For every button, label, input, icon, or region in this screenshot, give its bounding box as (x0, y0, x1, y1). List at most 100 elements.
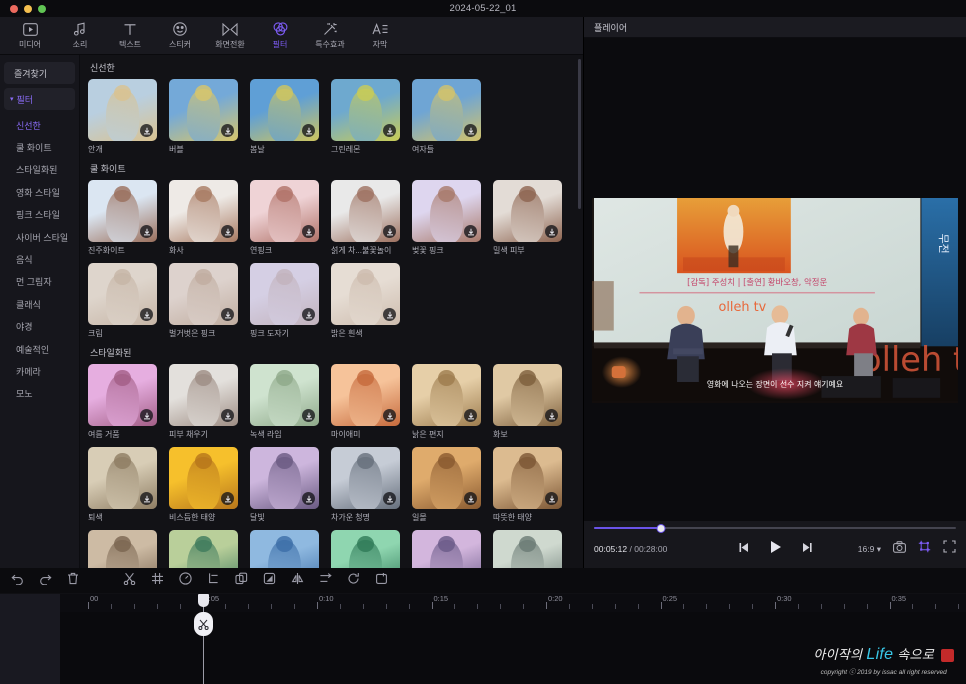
download-icon[interactable] (383, 225, 396, 238)
filter-thumbnail[interactable] (250, 263, 319, 325)
download-icon[interactable] (464, 124, 477, 137)
keyframe-button[interactable] (150, 572, 164, 588)
sidebar-item-1[interactable]: 쿨 화이트 (0, 136, 79, 158)
filter-item[interactable]: 피부 채우기 (169, 364, 238, 440)
filter-thumbnail[interactable] (412, 79, 481, 141)
filter-item[interactable]: 일몰 (412, 447, 481, 523)
sidebar-item-4[interactable]: 핑크 스타일 (0, 204, 79, 226)
filter-item[interactable]: 비스듬한 태양 (169, 447, 238, 523)
download-icon[interactable] (221, 225, 234, 238)
tab-text[interactable]: 텍스트 (106, 18, 154, 54)
sidebar-item-favorites[interactable]: 즐겨찾기 (4, 62, 75, 84)
filter-item[interactable]: 섥게 차...불꽃놀이 (331, 180, 400, 256)
filter-item[interactable]: 녹색 라임 (250, 364, 319, 440)
tab-sticker[interactable]: 스티커 (156, 18, 204, 54)
filter-thumbnail[interactable] (169, 530, 238, 568)
filter-item[interactable]: 달빛 (250, 447, 319, 523)
download-icon[interactable] (140, 492, 153, 505)
crop-frame-button[interactable] (918, 540, 931, 558)
filter-item[interactable]: 그린레몬 (331, 79, 400, 155)
download-icon[interactable] (221, 409, 234, 422)
sidebar-item-11[interactable]: 카메라 (0, 360, 79, 382)
filter-thumbnail[interactable] (250, 530, 319, 568)
download-icon[interactable] (302, 308, 315, 321)
filter-item[interactable]: 진주화이트 (88, 180, 157, 256)
filter-item[interactable]: 여자들 (412, 79, 481, 155)
tab-media[interactable]: 미디어 (6, 18, 54, 54)
timeline-ruler[interactable]: 00 0:05 0:10 0:15 0:20 0:25 0:30 0:35 (60, 594, 966, 612)
filter-thumbnail[interactable] (169, 364, 238, 426)
sidebar-item-9[interactable]: 야경 (0, 316, 79, 338)
seek-handle[interactable] (656, 523, 666, 533)
filter-item[interactable] (250, 530, 319, 568)
timeline-tracks[interactable]: 00 0:05 0:10 0:15 0:20 0:25 0:30 0:35 (60, 594, 966, 684)
delete-button[interactable] (66, 572, 80, 588)
download-icon[interactable] (140, 409, 153, 422)
filter-item[interactable] (169, 530, 238, 568)
filter-thumbnail[interactable] (169, 263, 238, 325)
tab-effects[interactable]: 특수효과 (306, 18, 354, 54)
sidebar-item-6[interactable]: 음식 (0, 248, 79, 270)
filter-thumbnail[interactable] (250, 364, 319, 426)
mirror-button[interactable] (290, 572, 304, 588)
filter-item[interactable]: 낡은 편지 (412, 364, 481, 440)
seek-bar[interactable] (594, 521, 956, 535)
undo-button[interactable] (10, 574, 24, 588)
download-icon[interactable] (302, 225, 315, 238)
filter-item[interactable] (493, 530, 562, 568)
filter-thumbnail[interactable] (331, 79, 400, 141)
filter-item[interactable]: 여름 거품 (88, 364, 157, 440)
sidebar-group-filter[interactable]: ▾ 필터 (4, 88, 75, 110)
filter-thumbnail[interactable] (493, 364, 562, 426)
filter-thumbnail[interactable] (331, 530, 400, 568)
filter-thumbnail[interactable] (493, 180, 562, 242)
filter-thumbnail[interactable] (412, 447, 481, 509)
sidebar-item-8[interactable]: 클래식 (0, 293, 79, 315)
download-icon[interactable] (302, 124, 315, 137)
download-icon[interactable] (221, 124, 234, 137)
filter-item[interactable]: 따뜻한 태양 (493, 447, 562, 523)
filter-item[interactable]: 마이애미 (331, 364, 400, 440)
filter-thumbnail[interactable] (169, 180, 238, 242)
sidebar-item-12[interactable]: 모노 (0, 383, 79, 405)
filter-item[interactable] (88, 530, 157, 568)
filter-item[interactable]: 크림 (88, 263, 157, 339)
snapshot-button[interactable] (893, 540, 906, 558)
filter-thumbnail[interactable] (493, 530, 562, 568)
minimize-window-button[interactable] (24, 4, 32, 13)
filter-thumbnail[interactable] (331, 364, 400, 426)
download-icon[interactable] (545, 225, 558, 238)
filter-item[interactable]: 밀색 피부 (493, 180, 562, 256)
aspect-ratio-selector[interactable]: 16:9 ▾ (858, 544, 881, 555)
fullscreen-button[interactable] (943, 540, 956, 558)
download-icon[interactable] (221, 492, 234, 505)
filter-thumbnail[interactable] (88, 79, 157, 141)
playhead[interactable] (193, 594, 213, 684)
freeze-button[interactable] (374, 572, 388, 588)
close-window-button[interactable] (10, 4, 18, 13)
speed-button[interactable] (178, 571, 192, 588)
filter-thumbnail[interactable] (493, 447, 562, 509)
sidebar-item-10[interactable]: 예술적인 (0, 338, 79, 360)
download-icon[interactable] (464, 492, 477, 505)
download-icon[interactable] (545, 409, 558, 422)
download-icon[interactable] (140, 308, 153, 321)
crop-button[interactable] (206, 572, 220, 588)
filter-item[interactable]: 안개 (88, 79, 157, 155)
filter-thumbnail[interactable] (412, 530, 481, 568)
filter-thumbnail[interactable] (250, 180, 319, 242)
tab-filter[interactable]: 필터 (256, 18, 304, 54)
download-icon[interactable] (383, 492, 396, 505)
filter-item[interactable]: 밝은 흰색 (331, 263, 400, 339)
prev-frame-button[interactable] (738, 540, 751, 558)
flip-button[interactable] (318, 572, 332, 588)
filter-thumbnail[interactable] (88, 447, 157, 509)
filter-thumbnail[interactable] (250, 79, 319, 141)
download-icon[interactable] (464, 225, 477, 238)
filter-item[interactable]: 화보 (493, 364, 562, 440)
filter-thumbnail[interactable] (412, 364, 481, 426)
download-icon[interactable] (383, 409, 396, 422)
filter-thumbnail[interactable] (331, 180, 400, 242)
filter-item[interactable]: 봄날 (250, 79, 319, 155)
filter-thumbnail[interactable] (331, 447, 400, 509)
